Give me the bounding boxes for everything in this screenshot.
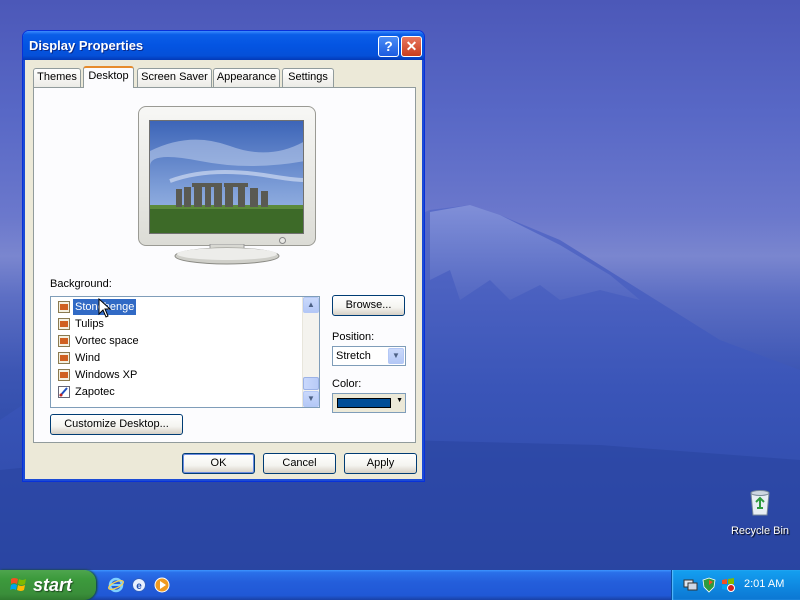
list-item[interactable]: Stonehenge (57, 298, 297, 316)
list-item-label: Vortec space (75, 335, 139, 347)
system-tray: 2:01 AM (671, 570, 800, 600)
windows-logo-icon (10, 578, 26, 591)
recycle-bin[interactable]: Recycle Bin (728, 486, 792, 537)
svg-text:e: e (136, 581, 142, 592)
recycle-bin-label: Recycle Bin (730, 525, 790, 537)
background-label: Background: (50, 278, 112, 290)
network-icon[interactable] (682, 577, 698, 593)
color-swatch (337, 398, 391, 408)
close-icon: ✕ (405, 38, 418, 54)
list-item-label: Wind (75, 352, 101, 364)
image-file-icon (58, 318, 70, 330)
list-item-label: Zapotec (75, 386, 115, 398)
list-item[interactable]: Windows XP (57, 367, 297, 383)
title-bar[interactable]: Display Properties ? ✕ (23, 31, 424, 60)
tab-settings[interactable]: Settings (282, 68, 334, 87)
listbox-scrollbar[interactable]: ▲ ▼ (302, 297, 319, 407)
mouse-cursor-icon (98, 298, 112, 318)
scroll-thumb[interactable] (303, 377, 319, 390)
clock[interactable]: 2:01 AM (744, 578, 784, 590)
monitor-stand (174, 244, 280, 265)
window-title: Display Properties (29, 38, 144, 53)
list-item[interactable]: Zapotec (57, 384, 297, 400)
internet-explorer-icon[interactable] (108, 577, 124, 593)
close-button[interactable]: ✕ (401, 36, 422, 57)
monitor-preview (138, 106, 316, 246)
tab-appearance[interactable]: Appearance (213, 68, 280, 87)
background-listbox[interactable]: Stonehenge Tulips Vortec space Wind Wind… (50, 296, 320, 408)
monitor-power-indicator (279, 237, 286, 244)
ok-button[interactable]: OK (182, 453, 255, 474)
list-item-label: Windows XP (75, 369, 138, 381)
scroll-up-button[interactable]: ▲ (303, 297, 319, 313)
image-file-icon (58, 335, 70, 347)
chevron-down-icon: ▼ (396, 397, 403, 404)
recycle-bin-icon (750, 490, 770, 516)
image-file-icon (58, 369, 70, 381)
list-item[interactable]: Vortec space (57, 333, 297, 349)
help-icon: ? (384, 38, 393, 54)
tab-themes[interactable]: Themes (33, 68, 81, 87)
start-label: start (33, 575, 73, 595)
image-file-icon (58, 301, 70, 313)
tab-desktop[interactable]: Desktop (83, 66, 134, 88)
security-shield-icon[interactable] (701, 577, 717, 593)
position-value: Stretch (336, 350, 371, 362)
paint-file-icon (58, 386, 70, 398)
browse-button[interactable]: Browse... (332, 295, 405, 316)
help-button[interactable]: ? (378, 36, 399, 57)
position-select[interactable]: Stretch ▼ (332, 346, 406, 366)
chevron-down-icon[interactable]: ▼ (388, 348, 404, 364)
chevron-down-icon: ▼ (307, 394, 315, 403)
tab-screen-saver[interactable]: Screen Saver (137, 68, 212, 87)
chevron-up-icon: ▲ (307, 300, 315, 309)
wallpaper-preview (149, 120, 304, 234)
media-player-icon[interactable] (154, 577, 170, 593)
apply-button[interactable]: Apply (344, 453, 417, 474)
cancel-button[interactable]: Cancel (263, 453, 336, 474)
outlook-express-icon[interactable]: e (131, 577, 147, 593)
position-label: Position: (332, 331, 375, 343)
updates-icon[interactable] (720, 577, 736, 593)
color-label: Color: (332, 378, 362, 390)
list-item[interactable]: Tulips (57, 316, 297, 332)
customize-desktop-button[interactable]: Customize Desktop... (50, 414, 183, 435)
color-picker-button[interactable]: ▼ (332, 393, 406, 413)
taskbar: start e 2:01 AM (0, 570, 800, 600)
desktop-tab-panel: Background: Stonehenge Tulips Vortec spa… (33, 87, 416, 443)
list-item[interactable]: Wind (57, 350, 297, 366)
image-file-icon (58, 352, 70, 364)
list-item-label: Tulips (75, 318, 104, 330)
scroll-down-button[interactable]: ▼ (303, 391, 319, 407)
start-button[interactable]: start (0, 570, 96, 600)
display-properties-window: Display Properties ? ✕ Themes Desktop Sc… (22, 30, 425, 482)
dialog-client: Themes Desktop Screen Saver Appearance S… (27, 60, 420, 477)
